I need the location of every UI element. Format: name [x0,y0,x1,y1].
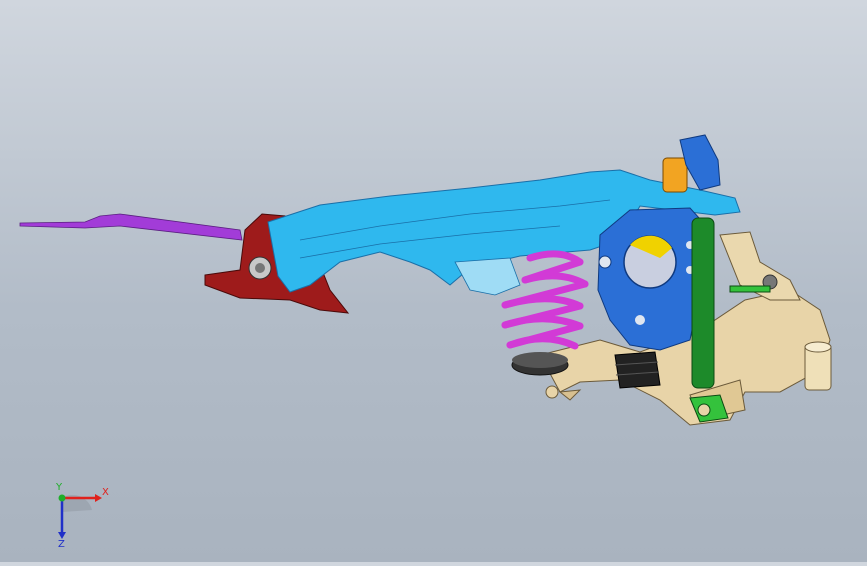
tie-rod[interactable] [19,213,243,241]
z-axis-label: Z [58,539,65,548]
y-axis-icon [58,494,66,502]
bushing[interactable] [662,134,721,193]
assembly-model[interactable] [0,0,867,562]
coordinate-triad: X Y Z [40,478,120,550]
dust-boot[interactable] [614,351,661,389]
x-arrow-icon [95,494,102,502]
y-axis-label: Y [55,482,63,493]
z-arrow-icon [58,532,66,539]
spring-seat[interactable] [511,352,569,376]
x-axis-label: X [102,487,109,498]
coil-spring[interactable] [501,250,589,350]
cad-viewport[interactable] [0,0,867,562]
